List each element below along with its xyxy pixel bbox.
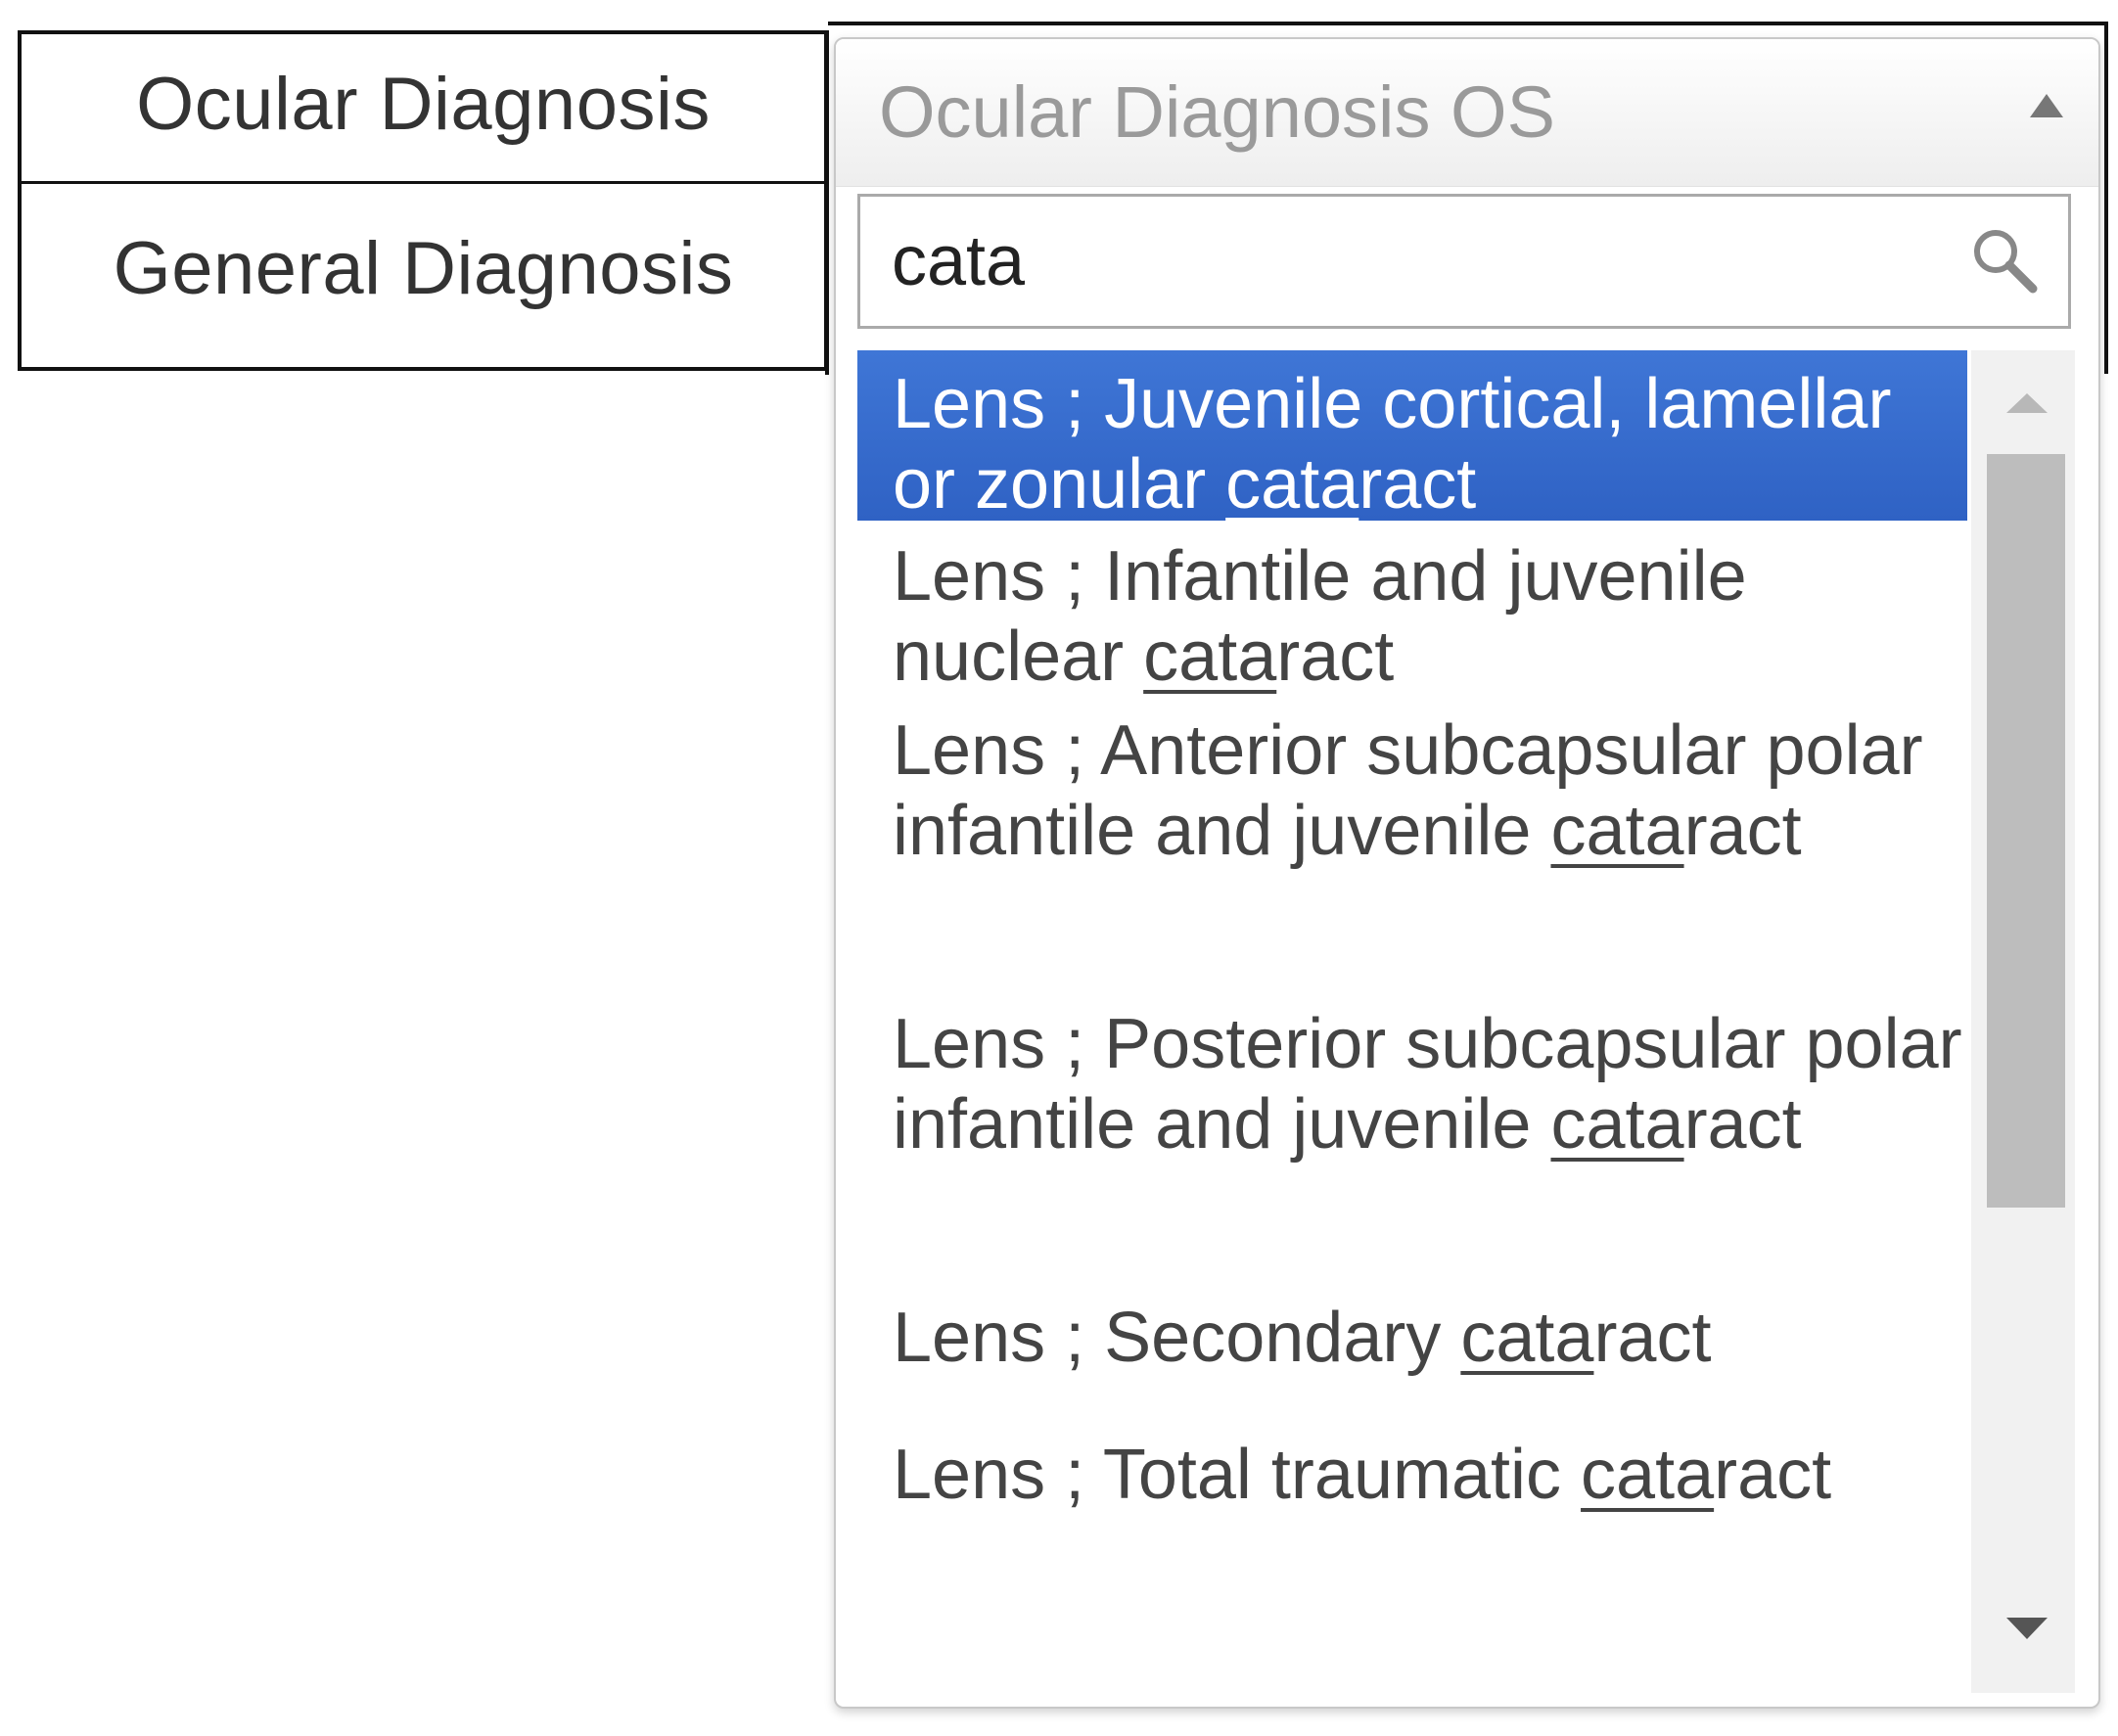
general-diagnosis-label: General Diagnosis [113,227,734,310]
match-highlight: cata [1225,445,1359,524]
ocular-diagnosis-label: Ocular Diagnosis [136,63,711,146]
result-option[interactable]: Lens ; Juvenile cortical, lamellar or zo… [857,350,1967,524]
search-field[interactable] [857,194,2071,329]
table-right-border [2104,22,2108,374]
result-option[interactable]: Lens ; Posterior subcapsular polar infan… [857,1004,1967,1249]
search-input[interactable] [860,197,1937,326]
match-highlight: cata [1550,792,1684,870]
match-highlight: cata [1143,617,1277,696]
match-highlight: cata [1581,1436,1715,1514]
ocular-diagnosis-os-dropdown[interactable]: Ocular Diagnosis OS Lens ; Juvenile cort… [834,37,2100,1709]
search-icon [1974,230,2038,294]
result-option[interactable]: Lens ; Total traumatic cataract [857,1435,1967,1532]
result-option[interactable]: Lens ; Secondary cataract [857,1298,1967,1395]
caret-up-icon[interactable] [2030,94,2063,117]
table-top-border [828,22,2108,25]
results-listbox[interactable]: Lens ; Juvenile cortical, lamellar or zo… [857,350,2075,1693]
scroll-down-arrow-icon[interactable] [2006,1618,2048,1639]
scrollbar-thumb[interactable] [1987,454,2065,1208]
row-divider [22,181,824,184]
result-option[interactable]: Lens ; Anterior subcapsular polar infant… [857,710,1967,955]
dropdown-placeholder: Ocular Diagnosis OS [879,71,1555,153]
results-scrollbar[interactable] [1971,350,2075,1693]
match-highlight: cata [1550,1085,1684,1164]
scroll-up-arrow-icon[interactable] [2006,393,2048,413]
dropdown-header[interactable]: Ocular Diagnosis OS [836,39,2098,187]
match-highlight: cata [1460,1299,1594,1377]
result-option[interactable]: Lens ; Infantile and juvenile nuclear ca… [857,536,1967,703]
diagnosis-form-table: Ocular Diagnosis General Diagnosis [18,30,829,375]
column-divider [825,30,829,375]
